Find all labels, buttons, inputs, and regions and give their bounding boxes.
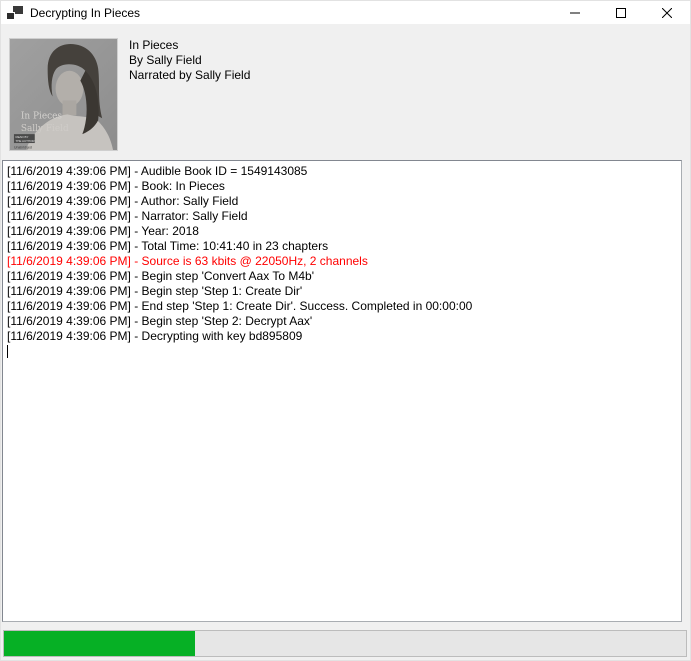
log-line: [11/6/2019 4:39:06 PM] - Begin step 'Con… xyxy=(7,269,677,284)
log-line: [11/6/2019 4:39:06 PM] - Book: In Pieces xyxy=(7,179,677,194)
book-narrator: Narrated by Sally Field xyxy=(129,68,250,83)
progress-bar xyxy=(3,630,687,657)
app-icon[interactable] xyxy=(7,5,23,20)
log-line: [11/6/2019 4:39:06 PM] - Audible Book ID… xyxy=(7,164,677,179)
log-line: [11/6/2019 4:39:06 PM] - Begin step 'Ste… xyxy=(7,284,677,299)
book-title: In Pieces xyxy=(129,38,250,53)
cover-badge-line2: THE AUTHOR xyxy=(15,139,34,143)
text-caret xyxy=(7,345,8,358)
log-textbox[interactable]: [11/6/2019 4:39:06 PM] - Audible Book ID… xyxy=(2,160,682,622)
cover-author-text: Sally Field xyxy=(21,124,69,134)
log-line: [11/6/2019 4:39:06 PM] - Begin step 'Ste… xyxy=(7,314,677,329)
progress-bar-fill xyxy=(4,631,195,656)
book-cover-image: In Pieces Sally Field READ BY THE AUTHOR… xyxy=(9,38,118,151)
window-title: Decrypting In Pieces xyxy=(30,6,140,20)
app-window: Decrypting In Pieces xyxy=(0,0,691,661)
book-cover-portrait: In Pieces Sally Field READ BY THE AUTHOR… xyxy=(10,39,117,150)
cover-badge-line3: Unabridged xyxy=(14,145,32,149)
cover-title-text: In Pieces xyxy=(21,111,62,121)
maximize-icon xyxy=(616,8,626,18)
log-line: [11/6/2019 4:39:06 PM] - Narrator: Sally… xyxy=(7,209,677,224)
log-line: [11/6/2019 4:39:06 PM] - End step 'Step … xyxy=(7,299,677,314)
maximize-button[interactable] xyxy=(598,1,644,24)
close-icon xyxy=(662,8,672,18)
minimize-icon xyxy=(570,8,580,18)
book-info: In Pieces By Sally Field Narrated by Sal… xyxy=(129,38,250,83)
title-bar[interactable]: Decrypting In Pieces xyxy=(1,1,690,24)
log-line: [11/6/2019 4:39:06 PM] - Author: Sally F… xyxy=(7,194,677,209)
minimize-button[interactable] xyxy=(552,1,598,24)
log-line: [11/6/2019 4:39:06 PM] - Decrypting with… xyxy=(7,329,677,344)
log-line: [11/6/2019 4:39:06 PM] - Total Time: 10:… xyxy=(7,239,677,254)
log-line: [11/6/2019 4:39:06 PM] - Year: 2018 xyxy=(7,224,677,239)
book-author: By Sally Field xyxy=(129,53,250,68)
log-line: [11/6/2019 4:39:06 PM] - Source is 63 kb… xyxy=(7,254,677,269)
close-button[interactable] xyxy=(644,1,690,24)
window-controls xyxy=(552,1,690,24)
